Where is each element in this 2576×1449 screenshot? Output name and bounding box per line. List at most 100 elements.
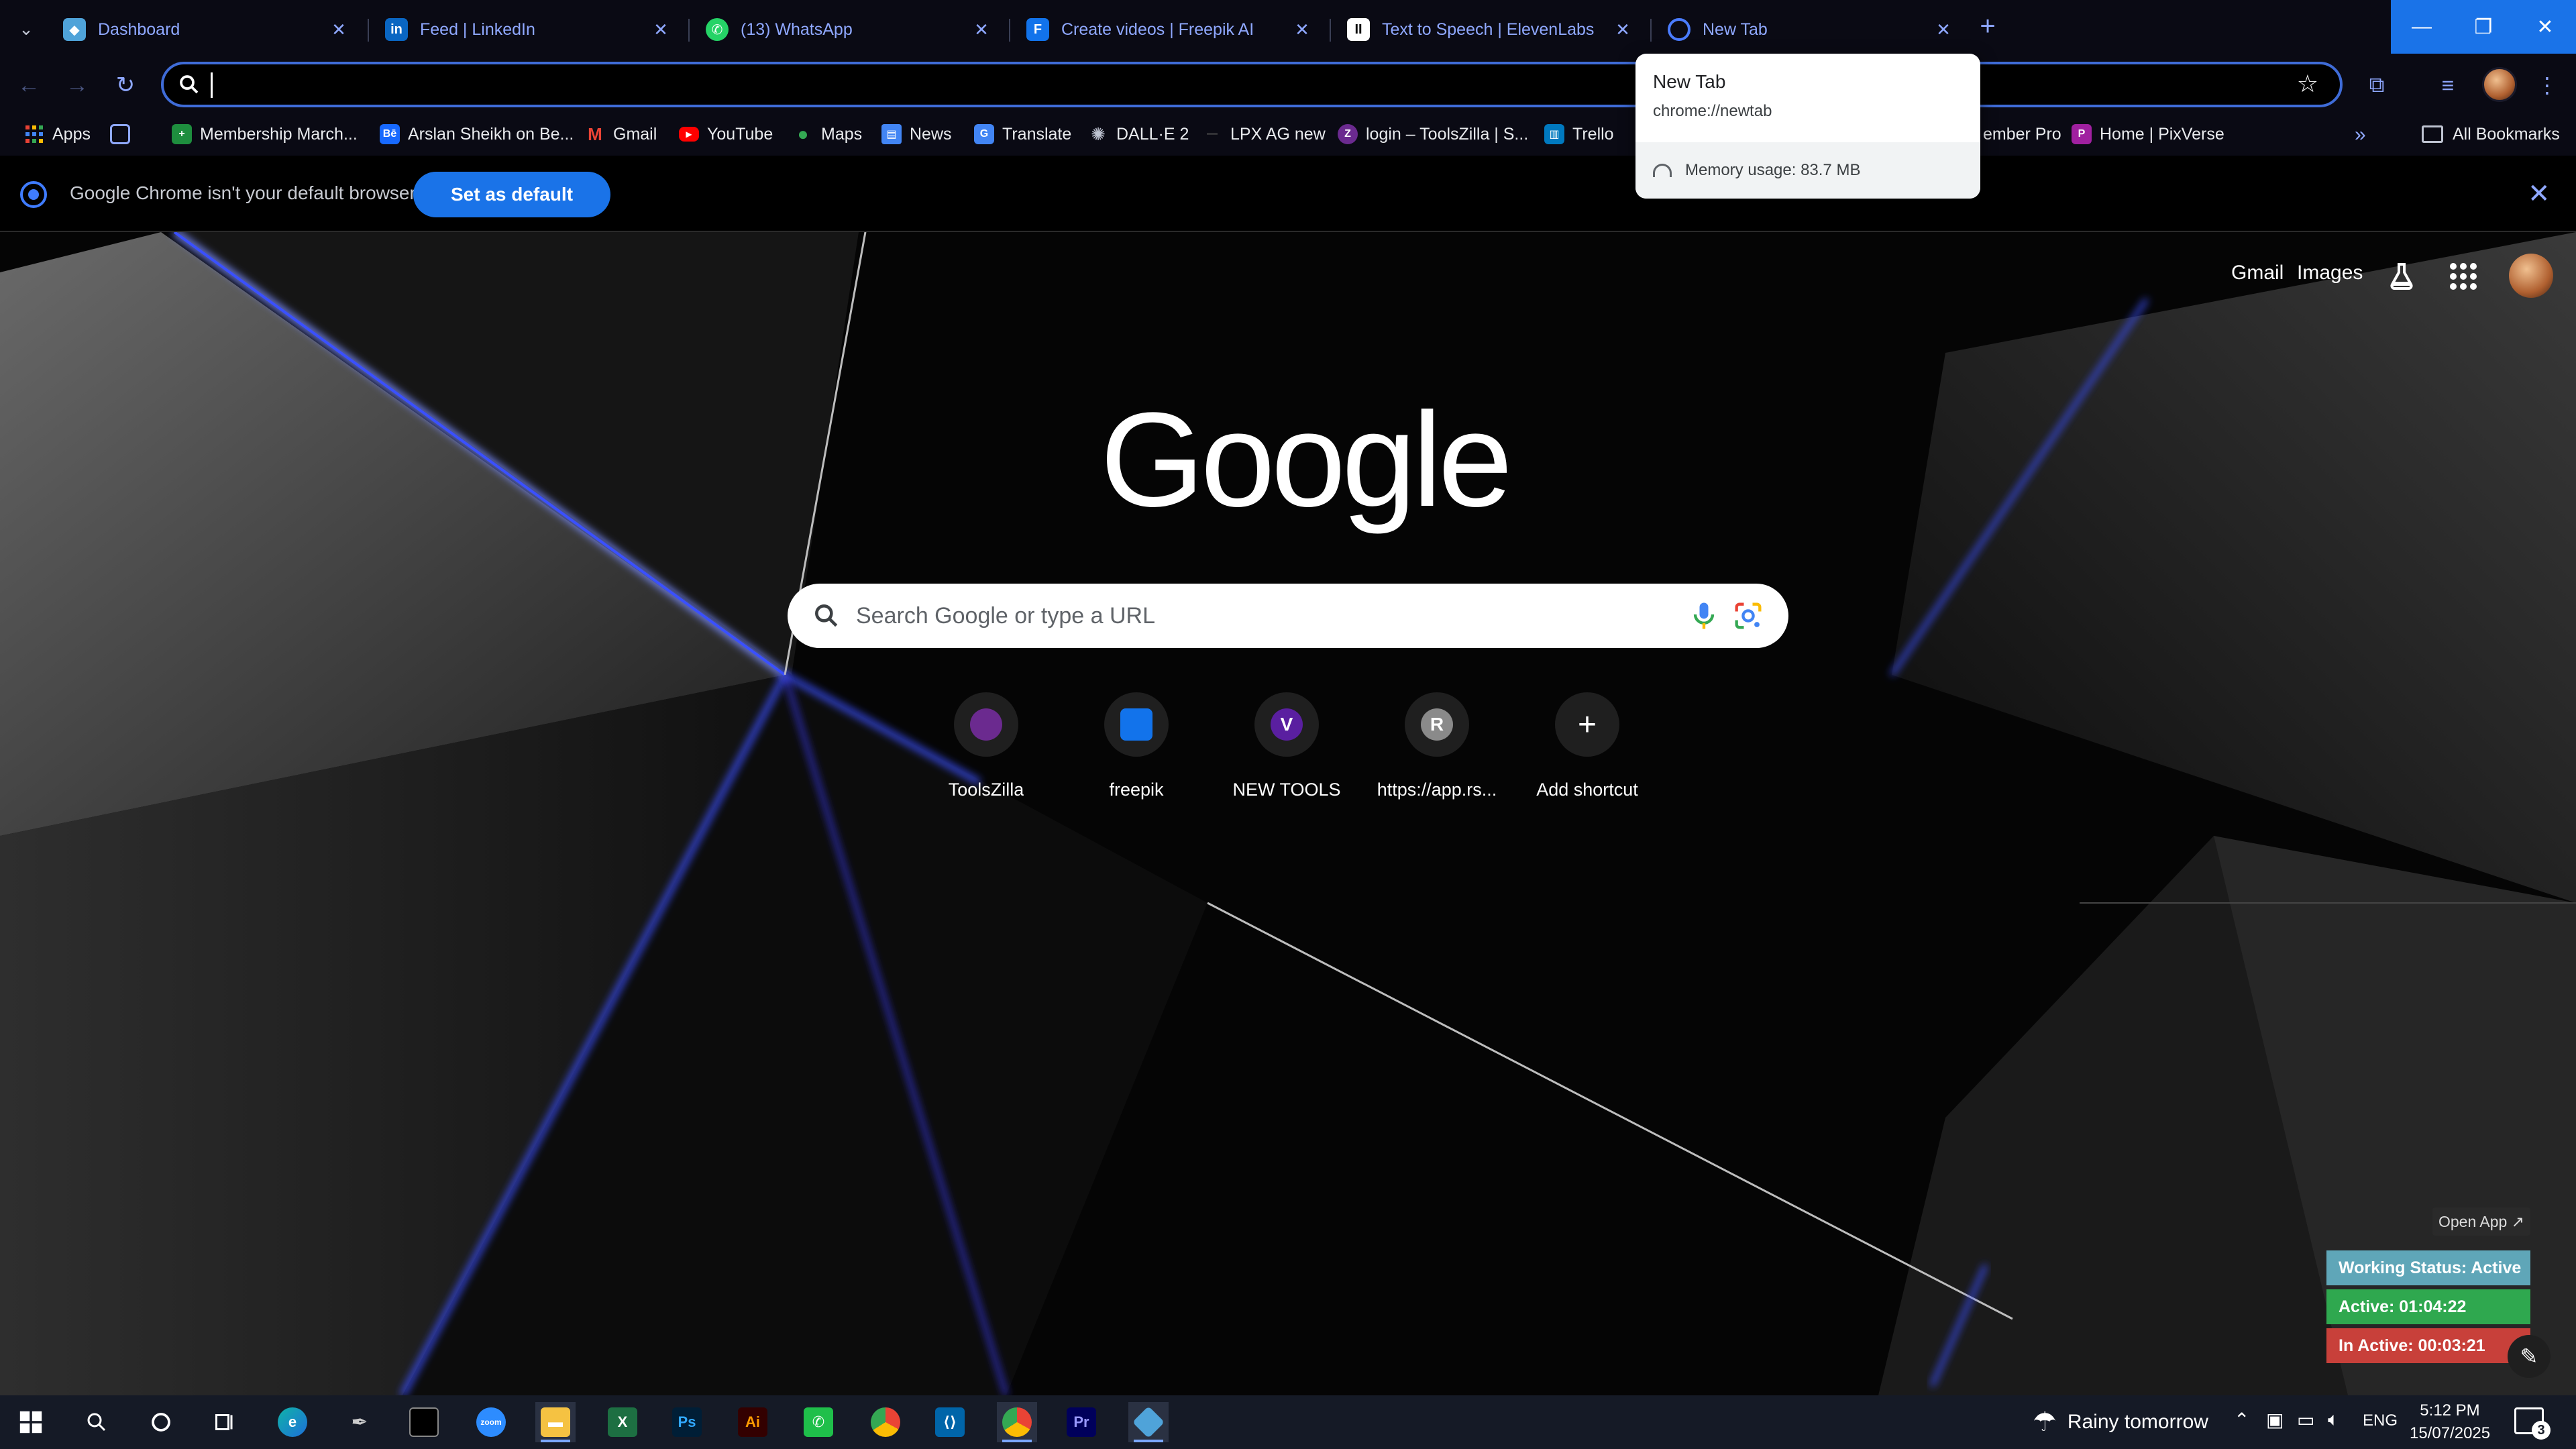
bookmark-label: Trello [1572, 124, 1614, 144]
media-controls-icon[interactable]: ≡ [2430, 67, 2466, 103]
freepik-icon [1120, 708, 1152, 741]
chrome-favicon-icon [1668, 18, 1690, 41]
cortana-icon[interactable] [141, 1402, 181, 1442]
language-indicator[interactable]: ENG [2363, 1411, 2398, 1430]
edge-icon[interactable]: e [272, 1402, 313, 1442]
bookmark-label: Maps [821, 124, 863, 144]
bookmark-news[interactable]: ▤ News [881, 121, 952, 148]
pen-tool-icon[interactable]: ✒ [339, 1402, 380, 1442]
gmail-link[interactable]: Gmail [2231, 262, 2284, 284]
task-view-icon[interactable] [205, 1402, 246, 1442]
bookmark-toolszilla[interactable]: Z login – ToolsZilla | S... [1338, 121, 1528, 148]
shortcut-toolszilla[interactable]: ToolsZilla [919, 692, 1053, 813]
phone-app-icon[interactable]: ✆ [798, 1402, 839, 1442]
premiere-icon[interactable]: Pr [1061, 1402, 1102, 1442]
meet-now-icon[interactable]: ▣ [2266, 1409, 2284, 1431]
tab-title: New Tab [1703, 19, 1768, 39]
extensions-icon[interactable]: ⧉ [2359, 67, 2395, 103]
profile-avatar[interactable] [2482, 67, 2517, 102]
bookmark-gmail[interactable]: M Gmail [585, 121, 657, 148]
tab-linkedin[interactable]: in Feed | LinkedIn ✕ [369, 4, 688, 55]
bookmark-behance[interactable]: Bē Arslan Sheikh on Be... [380, 121, 574, 148]
forward-button[interactable]: → [59, 67, 95, 103]
network-icon[interactable]: ▭ [2297, 1409, 2314, 1431]
volume-icon[interactable]: 🔈︎ [2328, 1409, 2339, 1431]
ntp-search-box[interactable] [788, 584, 1788, 648]
tab-whatsapp[interactable]: ✆ (13) WhatsApp ✕ [690, 4, 1009, 55]
search-input[interactable] [856, 600, 1661, 632]
bookmark-tab-groups[interactable] [110, 121, 138, 148]
bookmark-dalle[interactable]: ✺ DALL·E 2 [1088, 121, 1189, 148]
customize-pencil-icon[interactable]: ✎ [2508, 1335, 2551, 1378]
new-tab-button[interactable]: + [1971, 9, 2004, 43]
windows-start-icon[interactable] [11, 1402, 51, 1442]
shortcut-app-rs[interactable]: R https://app.rs... [1370, 692, 1504, 813]
google-apps-icon[interactable] [2450, 263, 2477, 290]
illustrator-icon[interactable]: Ai [733, 1402, 773, 1442]
voice-search-mic-icon[interactable] [1686, 598, 1721, 633]
close-icon[interactable]: ✕ [649, 18, 672, 41]
account-avatar[interactable] [2509, 254, 2553, 298]
shortcut-new-tools[interactable]: V NEW TOOLS [1220, 692, 1354, 813]
bookmark-maps[interactable]: ● Maps [793, 121, 863, 148]
tab-freepik[interactable]: F Create videos | Freepik AI ✕ [1010, 4, 1330, 55]
restore-button[interactable]: ❐ [2453, 0, 2514, 54]
apps-grid-icon [24, 124, 44, 144]
photoshop-icon[interactable]: Ps [667, 1402, 707, 1442]
shortcut-tile: V [1254, 692, 1319, 757]
excel-icon[interactable]: X [602, 1402, 643, 1442]
zoom-icon[interactable]: zoom [471, 1402, 511, 1442]
close-icon[interactable]: ✕ [327, 18, 350, 41]
taskbar-search-icon[interactable] [76, 1402, 117, 1442]
open-app-button[interactable]: Open App ↗ [2432, 1208, 2530, 1236]
bookmark-trello[interactable]: ▥ Trello [1544, 121, 1614, 148]
reload-button[interactable]: ↻ [107, 67, 144, 103]
taskbar-clock[interactable]: 5:12 PM 15/07/2025 [2410, 1399, 2490, 1445]
more-bookmarks-chevron-icon[interactable]: » [2355, 123, 2366, 146]
minimize-button[interactable]: — [2391, 0, 2453, 54]
file-explorer-icon[interactable]: ▬ [535, 1402, 576, 1442]
bookmark-apps[interactable]: Apps [24, 121, 91, 148]
tab-elevenlabs[interactable]: II Text to Speech | ElevenLabs ✕ [1331, 4, 1650, 55]
trello-icon: ▥ [1544, 124, 1564, 144]
back-button[interactable]: ← [11, 67, 47, 103]
chrome-active-icon[interactable] [997, 1402, 1037, 1442]
close-icon[interactable]: ✕ [1611, 18, 1634, 41]
window-close-button[interactable]: ✕ [2514, 0, 2576, 54]
chrome-icon[interactable] [865, 1402, 906, 1442]
add-shortcut-button[interactable]: + Add shortcut [1520, 692, 1654, 813]
bookmark-ember-pro[interactable]: ember Pro [1983, 121, 2061, 148]
shortcut-freepik[interactable]: freepik [1069, 692, 1203, 813]
tracker-app-icon[interactable] [1128, 1402, 1169, 1442]
tab-new-tab[interactable]: New Tab ✕ [1652, 4, 1971, 55]
bookmark-star-icon[interactable]: ☆ [2297, 70, 2318, 98]
show-hidden-icons-chevron-icon[interactable]: ⌃ [2234, 1409, 2249, 1431]
bookmark-label: Gmail [613, 124, 657, 144]
toolszilla-icon: Z [1338, 124, 1358, 144]
labs-flask-icon[interactable] [2385, 260, 2418, 292]
tab-search-button[interactable]: ⌄ [9, 12, 43, 46]
close-icon[interactable]: ✕ [1291, 18, 1313, 41]
images-link[interactable]: Images [2297, 262, 2363, 284]
bookmark-label: Membership March... [200, 124, 358, 144]
set-as-default-button[interactable]: Set as default [413, 172, 610, 217]
bookmark-translate[interactable]: G Translate [974, 121, 1071, 148]
shortcut-label: NEW TOOLS [1232, 780, 1341, 800]
bookmark-membership[interactable]: + Membership March... [172, 121, 358, 148]
bookmark-pixverse[interactable]: P Home | PixVerse [2072, 121, 2224, 148]
google-lens-icon[interactable] [1731, 598, 1766, 633]
active-time: Active: 01:04:22 [2326, 1289, 2530, 1324]
address-bar[interactable]: ☆ [161, 62, 2343, 107]
bookmark-label: Translate [1002, 124, 1072, 144]
bookmark-youtube[interactable]: ▶ YouTube [679, 121, 773, 148]
close-icon[interactable]: ✕ [970, 18, 993, 41]
bookmark-lpx[interactable]: — LPX AG new [1202, 121, 1326, 148]
close-icon[interactable]: ✕ [1932, 18, 1955, 41]
tab-dashboard[interactable]: ◆ Dashboard ✕ [47, 4, 366, 55]
all-bookmarks-button[interactable]: All Bookmarks [2422, 121, 2560, 148]
weather-widget[interactable]: ☂ Rainy tomorrow [2033, 1405, 2208, 1440]
infobar-close-icon[interactable]: ✕ [2528, 178, 2551, 209]
vscode-icon[interactable]: ⟨⟩ [930, 1402, 970, 1442]
terminal-icon[interactable] [404, 1402, 444, 1442]
chrome-menu-icon[interactable]: ⋮ [2529, 67, 2565, 103]
